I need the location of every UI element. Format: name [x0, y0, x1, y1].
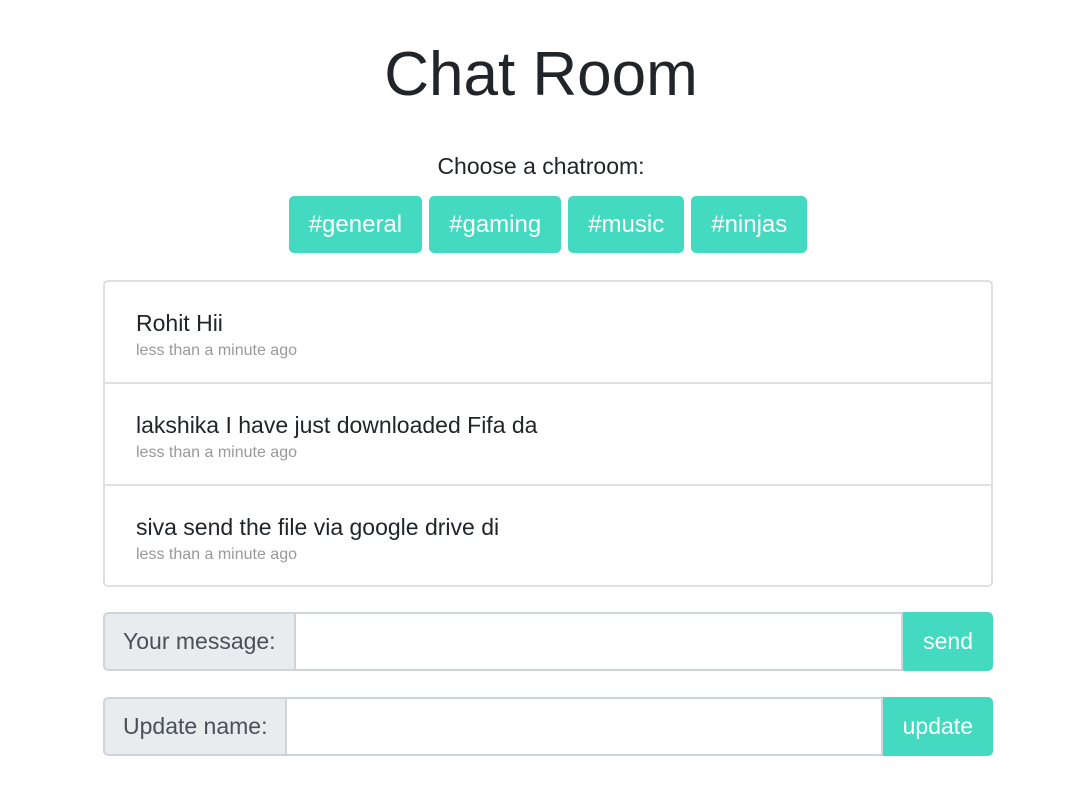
message-text: Rohit Hii [136, 310, 223, 336]
message-text: lakshika I have just downloaded Fifa da [136, 412, 538, 438]
name-form: Update name: update [103, 697, 993, 756]
send-button[interactable]: send [903, 612, 993, 671]
chatroom-buttons: #general #gaming #music #ninjas [0, 196, 1082, 253]
message-label: Your message: [103, 612, 296, 671]
room-general-button[interactable]: #general [288, 196, 423, 253]
message-time: less than a minute ago [136, 444, 297, 461]
update-button[interactable]: update [882, 697, 993, 756]
name-label: Update name: [103, 697, 288, 756]
name-input[interactable] [287, 697, 883, 756]
room-music-button[interactable]: #music [568, 196, 685, 253]
message-form: Your message: send [103, 612, 993, 671]
chat-message: lakshika I have just downloaded Fifa da … [105, 384, 991, 486]
message-input[interactable] [295, 612, 904, 671]
page-title: Chat Room [384, 40, 698, 109]
room-gaming-button[interactable]: #gaming [429, 196, 562, 253]
message-text: siva send the file via google drive di [136, 514, 500, 540]
choose-chatroom-label: Choose a chatroom: [437, 153, 645, 179]
chat-message: siva send the file via google drive di l… [105, 486, 991, 585]
chat-message: Rohit Hii less than a minute ago [105, 282, 991, 384]
room-ninjas-button[interactable]: #ninjas [691, 196, 808, 253]
chat-list: Rohit Hii less than a minute ago lakshik… [103, 280, 993, 587]
message-time: less than a minute ago [136, 546, 297, 563]
message-time: less than a minute ago [136, 342, 297, 359]
